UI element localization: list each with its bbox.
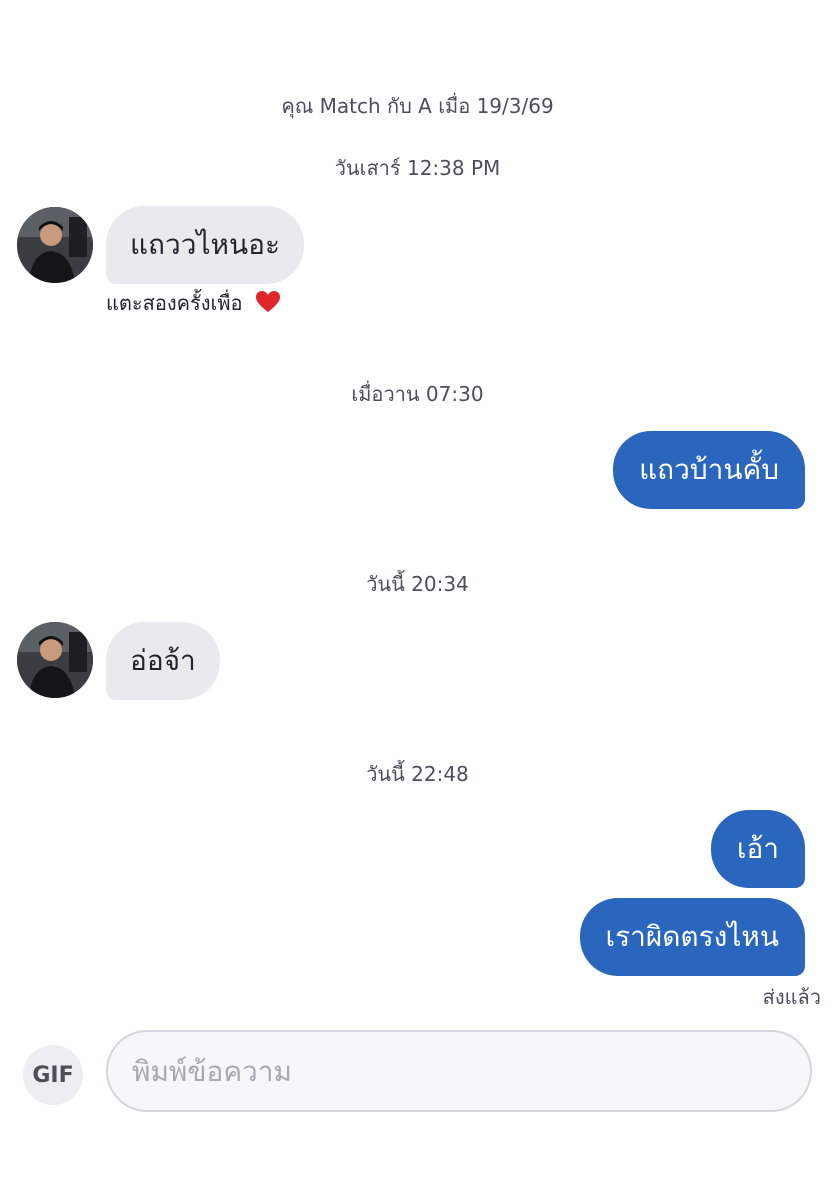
- avatar[interactable]: [17, 207, 93, 283]
- avatar[interactable]: [17, 622, 93, 698]
- outgoing-message[interactable]: เราผิดตรงไหน: [579, 898, 805, 976]
- heart-icon: [255, 290, 281, 319]
- message-input[interactable]: [108, 1032, 810, 1110]
- outgoing-message[interactable]: เอ้า: [710, 810, 805, 888]
- timestamp: วันเสาร์ 12:38 PM: [334, 156, 501, 180]
- message-input-container[interactable]: [106, 1030, 812, 1112]
- double-tap-hint[interactable]: แตะสองครั้งเพื่อ: [106, 287, 281, 319]
- incoming-message[interactable]: แถววไหนอะ: [106, 206, 304, 284]
- avatar-photo: [17, 622, 93, 698]
- match-info: คุณ Match กับ A เมื่อ 19/3/69: [281, 94, 554, 118]
- gif-button[interactable]: GIF: [23, 1045, 83, 1105]
- timestamp: วันนี้ 20:34: [366, 572, 469, 596]
- timestamp: เมื่อวาน 07:30: [351, 382, 484, 406]
- incoming-message[interactable]: อ่อจ้า: [106, 622, 220, 700]
- chat-screen: คุณ Match กับ A เมื่อ 19/3/69 วันเสาร์ 1…: [0, 0, 835, 1200]
- outgoing-message[interactable]: แถวบ้านคั้บ: [613, 431, 805, 509]
- double-tap-hint-label: แตะสองครั้งเพื่อ: [106, 291, 243, 315]
- avatar-photo: [17, 207, 93, 283]
- sent-status: ส่งแล้ว: [762, 985, 821, 1009]
- timestamp: วันนี้ 22:48: [366, 762, 469, 786]
